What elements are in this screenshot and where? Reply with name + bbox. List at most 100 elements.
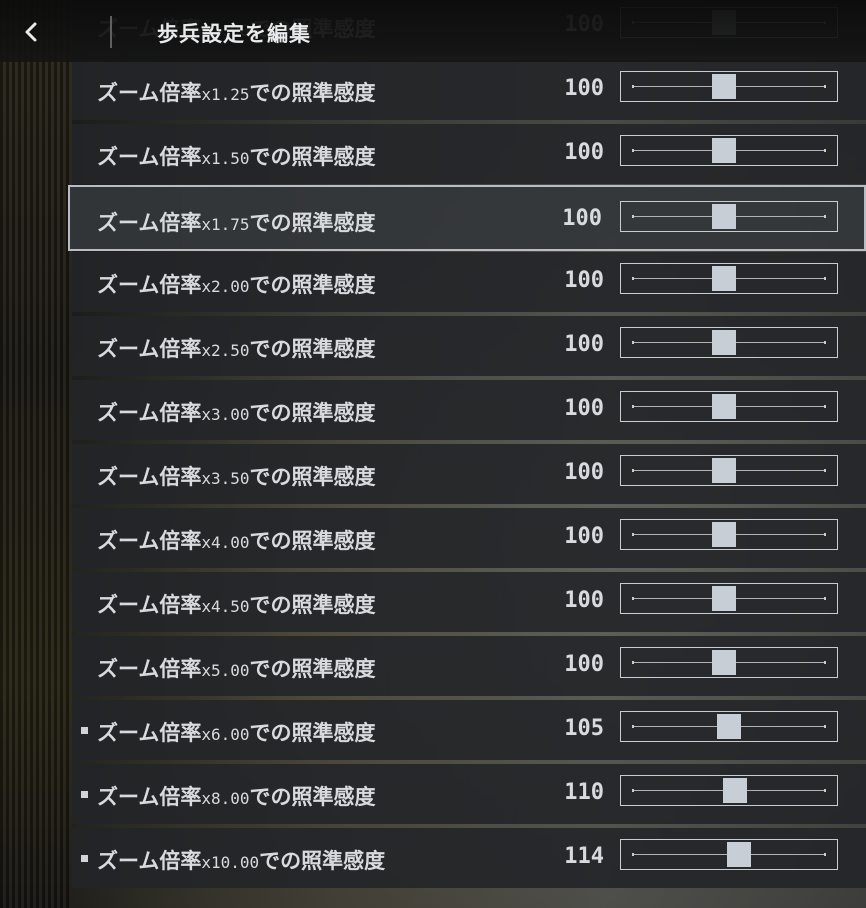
setting-label: ズーム倍率x3.00での照準感度 [97,397,376,427]
sensitivity-slider[interactable] [620,201,838,232]
zoom-level: x1.50 [201,149,250,168]
slider-min-tick [632,277,634,280]
slider-thumb[interactable] [723,778,747,803]
setting-label: ズーム倍率x2.00での照準感度 [97,269,376,299]
sensitivity-row[interactable]: ズーム倍率x1.25での照準感度 100 [72,60,866,120]
label-prefix: ズーム倍率 [97,785,202,809]
page-title: 歩兵設定を編集 [157,22,311,46]
label-prefix: ズーム倍率 [97,401,202,425]
label-suffix: での照準感度 [259,849,386,873]
slider-thumb[interactable] [712,74,736,99]
slider-thumb[interactable] [712,330,736,355]
zoom-level: x3.00 [201,405,250,424]
slider-max-tick [824,149,826,152]
slider-thumb[interactable] [712,138,736,163]
sensitivity-row[interactable]: ズーム倍率x4.00での照準感度 100 [72,508,866,568]
slider-thumb[interactable] [712,394,736,419]
setting-value: 100 [564,460,604,485]
slider-thumb[interactable] [712,266,736,291]
setting-label: ズーム倍率x1.50での照準感度 [97,141,376,171]
slider-max-tick [824,469,826,472]
sensitivity-row[interactable]: ズーム倍率x10.00での照準感度 114 [72,828,866,888]
sensitivity-slider[interactable] [620,647,838,678]
sensitivity-row[interactable]: ズーム倍率x1.50での照準感度 100 [72,124,866,184]
zoom-level: x5.00 [201,661,250,680]
setting-label: ズーム倍率x6.00での照準感度 [97,717,376,747]
sensitivity-list[interactable]: ズーム倍率x1.00での照準感度100ズーム倍率x1.25での照準感度100ズー… [68,0,866,908]
setting-value: 100 [564,268,604,293]
header-bar: 歩兵設定を編集 [0,0,866,62]
slider-min-tick [632,789,634,792]
label-suffix: での照準感度 [249,593,376,617]
sensitivity-row[interactable]: ズーム倍率x3.00での照準感度 100 [72,380,866,440]
sensitivity-row[interactable]: ズーム倍率x2.00での照準感度 100 [72,252,866,312]
sensitivity-slider[interactable] [620,327,838,358]
slider-min-tick [632,149,634,152]
modified-indicator [81,791,88,798]
label-prefix: ズーム倍率 [97,657,202,681]
label-prefix: ズーム倍率 [97,273,202,297]
slider-min-tick [632,597,634,600]
sensitivity-slider[interactable] [620,391,838,422]
label-prefix: ズーム倍率 [97,465,202,489]
label-suffix: での照準感度 [249,273,376,297]
slider-thumb[interactable] [712,458,736,483]
back-button[interactable] [16,16,46,48]
slider-min-tick [632,533,634,536]
zoom-level: x2.00 [201,277,250,296]
sensitivity-row[interactable]: ズーム倍率x5.00での照準感度 100 [72,636,866,696]
sensitivity-row[interactable]: ズーム倍率x8.00での照準感度 110 [72,764,866,824]
slider-max-tick [824,597,826,600]
setting-value: 100 [564,140,604,165]
setting-label: ズーム倍率x4.50での照準感度 [97,589,376,619]
sensitivity-slider[interactable] [620,135,838,166]
modified-indicator [81,727,88,734]
slider-thumb[interactable] [712,204,736,229]
slider-thumb[interactable] [727,842,751,867]
setting-value: 100 [564,76,604,101]
sensitivity-slider[interactable] [620,711,838,742]
slider-max-tick [824,341,826,344]
sensitivity-slider[interactable] [620,71,838,102]
slider-min-tick [632,469,634,472]
setting-value: 100 [564,396,604,421]
sensitivity-row[interactable]: ズーム倍率x6.00での照準感度 105 [72,700,866,760]
slider-max-tick [824,215,826,218]
sensitivity-slider[interactable] [620,583,838,614]
setting-value: 110 [564,780,604,805]
zoom-level: x6.00 [201,725,250,744]
slider-thumb[interactable] [712,522,736,547]
slider-thumb[interactable] [717,714,741,739]
zoom-level: x4.00 [201,533,250,552]
sensitivity-slider[interactable] [620,519,838,550]
slider-max-tick [824,725,826,728]
zoom-level: x1.25 [201,85,250,104]
slider-max-tick [824,277,826,280]
sensitivity-row[interactable]: ズーム倍率x3.50での照準感度 100 [72,444,866,504]
slider-thumb[interactable] [712,586,736,611]
sensitivity-row[interactable]: ズーム倍率x1.75での照準感度 100 [68,185,866,251]
sensitivity-slider[interactable] [620,263,838,294]
label-prefix: ズーム倍率 [97,593,202,617]
zoom-level: x8.00 [201,789,250,808]
setting-value: 100 [564,652,604,677]
slider-thumb[interactable] [712,650,736,675]
sensitivity-slider[interactable] [620,455,838,486]
setting-value: 100 [564,524,604,549]
label-prefix: ズーム倍率 [97,145,202,169]
label-prefix: ズーム倍率 [97,529,202,553]
zoom-level: x10.00 [201,853,260,872]
header-divider [110,16,112,48]
sensitivity-row[interactable]: ズーム倍率x2.50での照準感度 100 [72,316,866,376]
sensitivity-slider[interactable] [620,775,838,806]
sensitivity-row[interactable]: ズーム倍率x4.50での照準感度 100 [72,572,866,632]
setting-label: ズーム倍率x10.00での照準感度 [97,845,385,875]
slider-min-tick [632,85,634,88]
label-suffix: での照準感度 [249,81,376,105]
slider-max-tick [824,661,826,664]
modified-indicator [81,855,88,862]
setting-label: ズーム倍率x5.00での照準感度 [97,653,376,683]
slider-min-tick [632,661,634,664]
sensitivity-slider[interactable] [620,839,838,870]
chevron-left-icon [25,22,37,42]
